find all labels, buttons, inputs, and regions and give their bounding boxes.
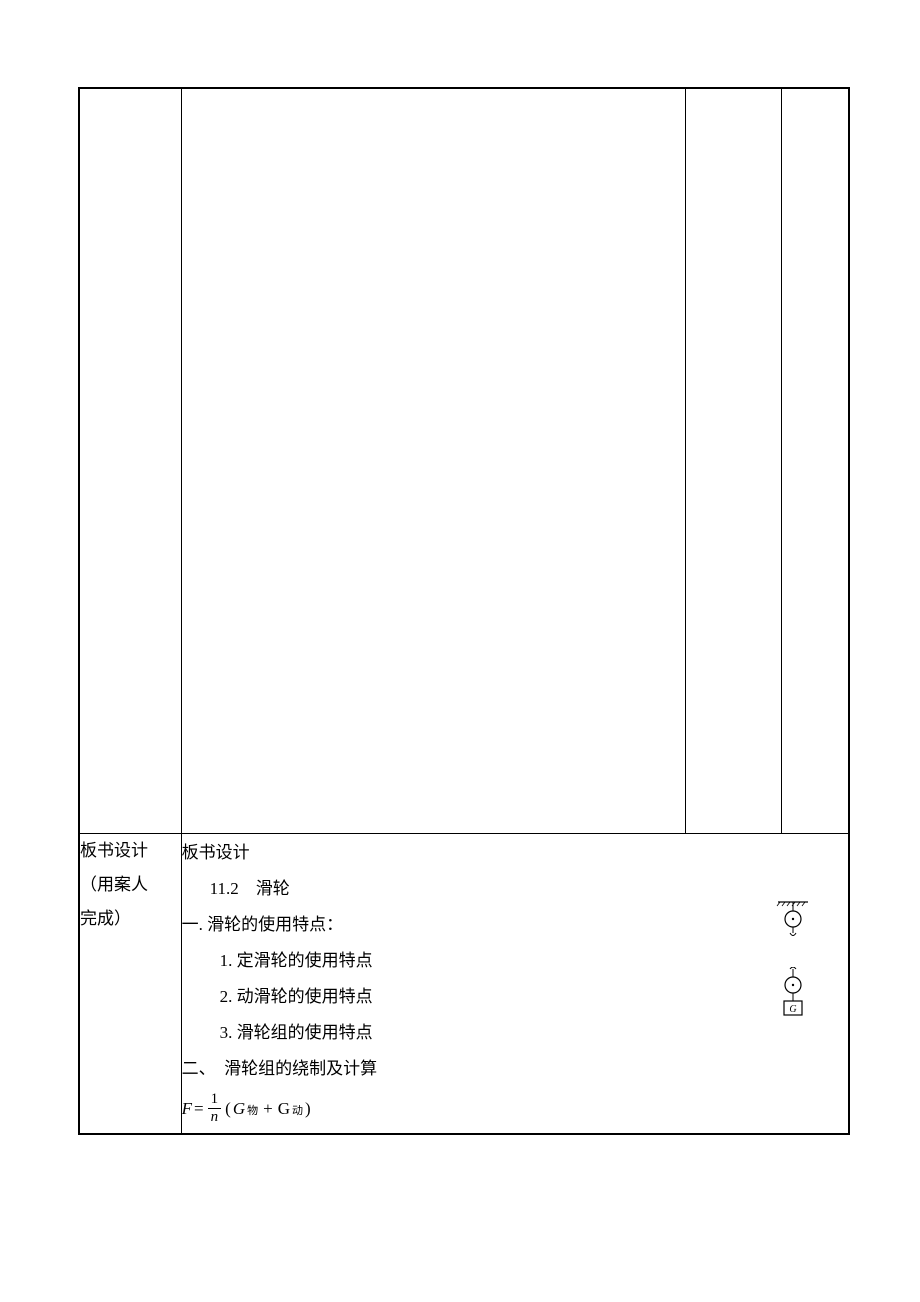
list-item: 3. 滑轮组的使用特点 — [182, 1016, 848, 1050]
formula-lparen: ( — [225, 1092, 231, 1126]
lesson-plan-table: 板书设计 （用案人 完成） 板书设计 11.2 滑轮 一. 滑轮的使用特点： 1… — [78, 87, 850, 1135]
formula-sub2: 动 — [292, 1100, 303, 1122]
block-label: G — [789, 1004, 796, 1015]
formula-var-G2: G — [278, 1092, 290, 1126]
blackboard-heading: 板书设计 — [182, 836, 848, 870]
table-row-blackboard: 板书设计 （用案人 完成） 板书设计 11.2 滑轮 一. 滑轮的使用特点： 1… — [79, 833, 849, 1134]
list-item: 1. 定滑轮的使用特点 — [182, 944, 848, 978]
row-label-line: （用案人 — [80, 868, 181, 902]
formula-eq: = — [194, 1092, 204, 1126]
row-label-line: 完成） — [80, 902, 181, 936]
pulley-diagrams: G — [776, 899, 816, 1019]
section-heading: 二、 滑轮组的绕制及计算 — [182, 1052, 848, 1086]
empty-cell — [781, 88, 849, 833]
table-row-empty — [79, 88, 849, 833]
formula-var-G1: G — [233, 1092, 245, 1126]
fixed-pulley-icon — [776, 899, 816, 937]
formula-fraction: 1 n — [208, 1092, 222, 1125]
section-heading: 一. 滑轮的使用特点： — [182, 908, 848, 942]
empty-cell — [181, 88, 685, 833]
fraction-numerator: 1 — [208, 1092, 222, 1109]
formula-var-F: F — [182, 1092, 192, 1126]
formula-rparen: ) — [305, 1092, 311, 1126]
formula-sub1: 物 — [247, 1100, 258, 1122]
list-item: 2. 动滑轮的使用特点 — [182, 980, 848, 1014]
movable-pulley-icon: G — [776, 967, 816, 1019]
chapter-title: 11.2 滑轮 — [182, 872, 848, 906]
row-label-line: 板书设计 — [80, 834, 181, 868]
formula-plus: + — [263, 1092, 273, 1126]
empty-cell — [79, 88, 181, 833]
blackboard-content-cell: 板书设计 11.2 滑轮 一. 滑轮的使用特点： 1. 定滑轮的使用特点 2. … — [181, 833, 849, 1134]
empty-cell — [685, 88, 781, 833]
fraction-denominator: n — [208, 1109, 222, 1125]
formula: F = 1 n ( G 物 + G 动 ) — [182, 1092, 848, 1126]
row-label-cell: 板书设计 （用案人 完成） — [79, 833, 181, 1134]
